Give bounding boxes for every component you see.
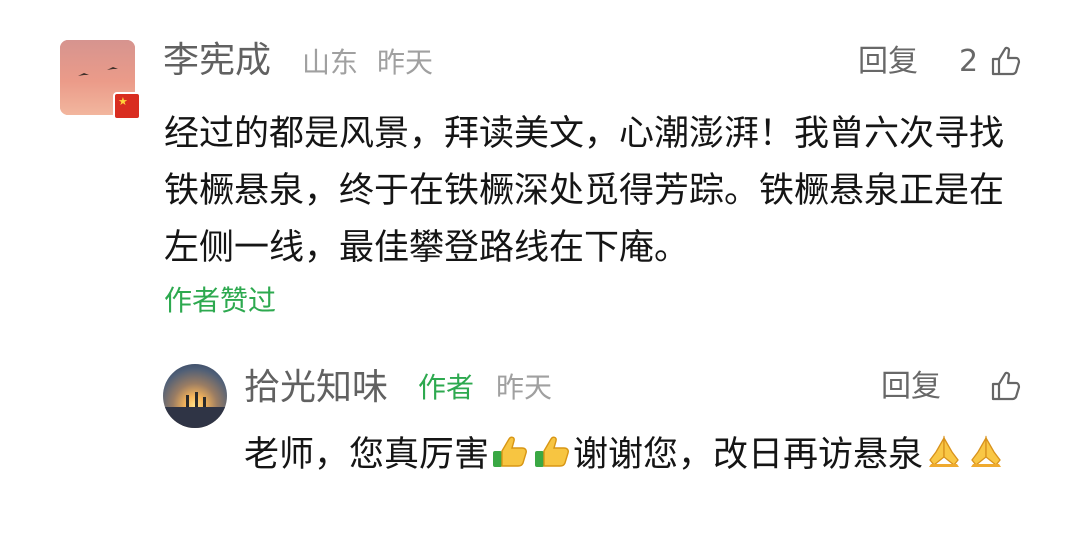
reply-text: 老师，您真厉害 谢谢您，改日再访悬泉 [244,427,1014,484]
liked-by-author-tag: 作者赞过 [164,284,277,317]
china-flag-badge: ★ [113,92,141,120]
reply-time: 昨天 [496,371,553,404]
author-tag: 作者 [418,371,475,404]
pray-emoji [971,435,1002,467]
reply-avatar[interactable] [163,364,227,428]
reply-text-part2: 谢谢您，改日再访悬泉 [573,435,924,475]
comment-text: 经过的都是风景，拜读美文，心潮澎湃！我曾六次寻找铁橛悬泉，终于在铁橛深处觅得芳踪… [164,114,1005,268]
comment-time: 昨天 [377,46,434,79]
thumbs-up-outline-icon[interactable] [988,44,1022,78]
thumbs-up-outline-icon[interactable] [988,369,1022,403]
thumbs-up-emoji [535,436,569,467]
comment-username[interactable]: 李宪成 [163,43,271,79]
flag-star-icon: ★ [118,95,128,108]
reply-reply-button[interactable]: 回复 [881,372,941,402]
reply-username[interactable]: 拾光知味 [244,370,388,406]
comment-location: 山东 [302,46,359,79]
reply-text-part1: 老师，您真厉害 [244,435,490,475]
thumbs-up-emoji [493,436,527,467]
reply-button[interactable]: 回复 [858,47,918,77]
like-count[interactable]: 2 [959,47,978,77]
pray-emoji [929,435,960,467]
